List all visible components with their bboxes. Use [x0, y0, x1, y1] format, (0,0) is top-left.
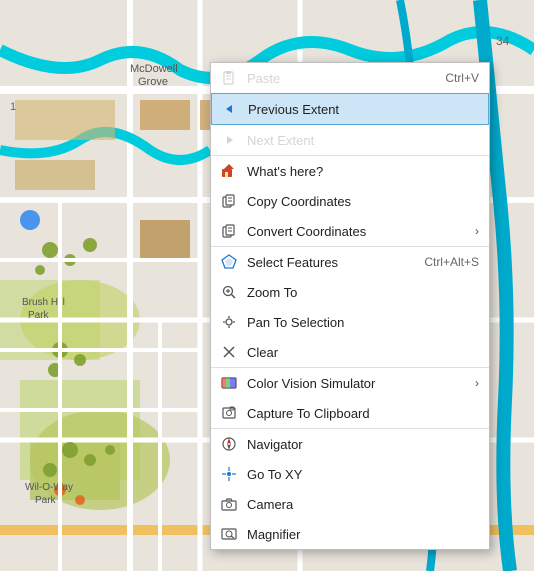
pan-to-selection-label: Pan To Selection — [247, 315, 479, 330]
capture-to-clipboard-label: Capture To Clipboard — [247, 406, 479, 421]
clear-icon — [219, 342, 239, 362]
menu-item-pan-to-selection[interactable]: Pan To Selection — [211, 307, 489, 337]
context-menu: Paste Ctrl+V Previous Extent Next Extent — [210, 62, 490, 550]
magnifier-icon — [219, 524, 239, 544]
menu-item-next-extent[interactable]: Next Extent — [211, 125, 489, 155]
menu-item-clear[interactable]: Clear — [211, 337, 489, 367]
select-features-shortcut: Ctrl+Alt+S — [424, 255, 479, 269]
svg-text:Park: Park — [35, 495, 57, 506]
select-features-label: Select Features — [247, 255, 404, 270]
navigator-label: Navigator — [247, 437, 479, 452]
convert-coordinates-icon — [219, 221, 239, 241]
svg-text:Grove: Grove — [138, 76, 168, 88]
svg-text:34: 34 — [496, 34, 510, 48]
next-extent-label: Next Extent — [247, 133, 479, 148]
camera-label: Camera — [247, 497, 479, 512]
convert-coordinates-label: Convert Coordinates — [247, 224, 465, 239]
menu-item-color-vision-simulator[interactable]: Color Vision Simulator › — [211, 367, 489, 398]
menu-item-paste[interactable]: Paste Ctrl+V — [211, 63, 489, 93]
go-to-xy-icon — [219, 464, 239, 484]
go-to-xy-label: Go To XY — [247, 467, 479, 482]
menu-item-capture-to-clipboard[interactable]: Capture To Clipboard — [211, 398, 489, 428]
menu-item-navigator[interactable]: Navigator — [211, 428, 489, 459]
menu-item-convert-coordinates[interactable]: Convert Coordinates › — [211, 216, 489, 246]
next-extent-icon — [219, 130, 239, 150]
pan-to-selection-icon — [219, 312, 239, 332]
copy-coordinates-label: Copy Coordinates — [247, 194, 479, 209]
menu-item-whats-here[interactable]: What's here? — [211, 155, 489, 186]
navigator-icon — [219, 434, 239, 454]
magnifier-label: Magnifier — [247, 527, 479, 542]
menu-item-copy-coordinates[interactable]: Copy Coordinates — [211, 186, 489, 216]
paste-icon — [219, 68, 239, 88]
color-vision-label: Color Vision Simulator — [247, 376, 465, 391]
convert-coordinates-arrow: › — [475, 224, 479, 238]
color-vision-arrow: › — [475, 376, 479, 390]
select-features-icon — [219, 252, 239, 272]
svg-text:Wil-O-Way: Wil-O-Way — [25, 482, 73, 493]
menu-item-camera[interactable]: Camera — [211, 489, 489, 519]
menu-item-previous-extent[interactable]: Previous Extent — [211, 93, 489, 125]
svg-text:1: 1 — [10, 101, 16, 113]
menu-item-zoom-to[interactable]: Zoom To — [211, 277, 489, 307]
menu-item-select-features[interactable]: Select Features Ctrl+Alt+S — [211, 246, 489, 277]
whats-here-icon — [219, 161, 239, 181]
menu-item-go-to-xy[interactable]: Go To XY — [211, 459, 489, 489]
menu-item-magnifier[interactable]: Magnifier — [211, 519, 489, 549]
clear-label: Clear — [247, 345, 479, 360]
whats-here-label: What's here? — [247, 164, 479, 179]
previous-extent-label: Previous Extent — [248, 102, 478, 117]
zoom-to-label: Zoom To — [247, 285, 479, 300]
paste-label: Paste — [247, 71, 425, 86]
previous-extent-icon — [220, 99, 240, 119]
camera-icon — [219, 494, 239, 514]
svg-text:McDowell: McDowell — [130, 63, 178, 75]
capture-to-clipboard-icon — [219, 403, 239, 423]
copy-coordinates-icon — [219, 191, 239, 211]
svg-text:Park: Park — [28, 310, 50, 321]
zoom-to-icon — [219, 282, 239, 302]
paste-shortcut: Ctrl+V — [445, 71, 479, 85]
color-vision-icon — [219, 373, 239, 393]
